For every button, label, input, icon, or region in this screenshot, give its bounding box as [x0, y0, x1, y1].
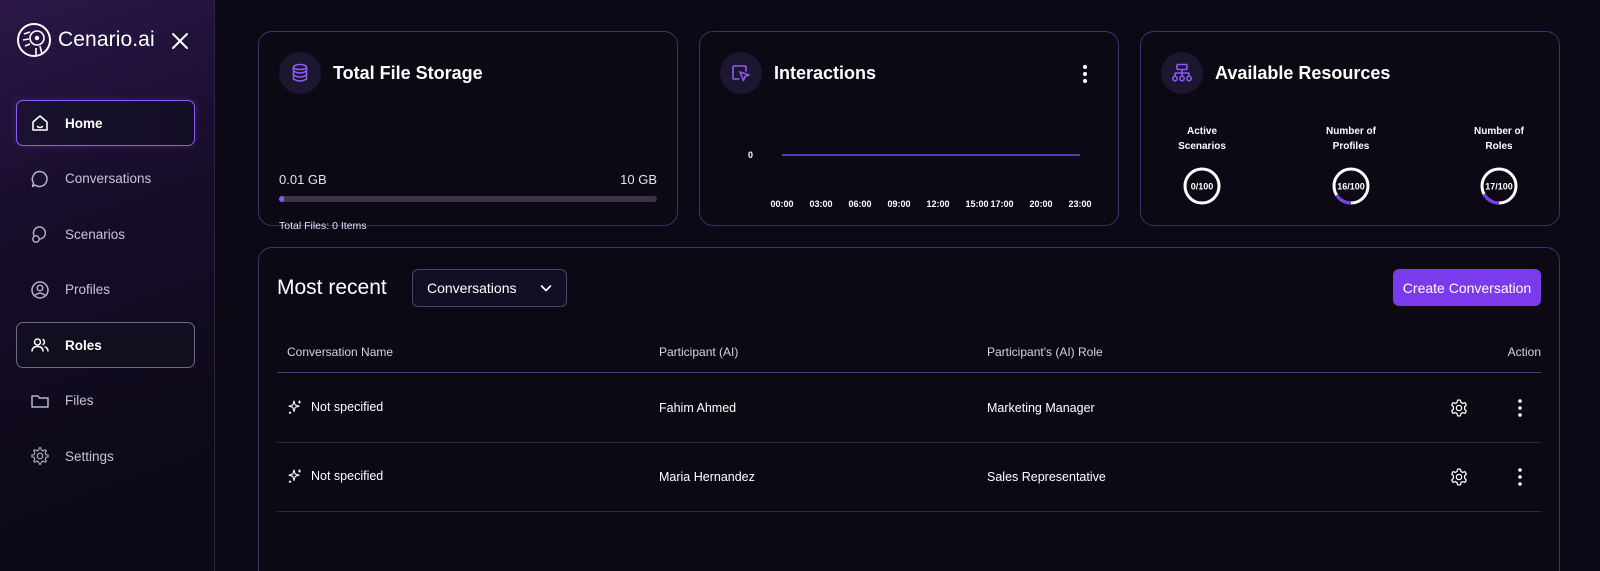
interactions-chart: 0 00:00 03:00 06:00 09:00 12:00 15:00 17:00 20:0…: [748, 150, 1092, 209]
scenario-bubbles-icon: [29, 223, 51, 245]
resource-label: Number of Roles: [1449, 124, 1549, 154]
sidebar: Cenario.ai Home Conversations Scenarios: [0, 0, 215, 571]
sidebar-nav: Home Conversations Scenarios Profiles Ro…: [16, 100, 195, 489]
sparkle-icon: [288, 469, 301, 483]
resource-ring: 17/100: [1480, 167, 1518, 205]
table-row[interactable]: Not specified Maria Hernandez Sales Repr…: [277, 443, 1541, 512]
resource-label-line1: Number of: [1474, 126, 1524, 137]
users-icon: [29, 334, 51, 356]
resource-ring: 16/100: [1332, 167, 1370, 205]
resource-label-line1: Number of: [1326, 126, 1376, 137]
sidebar-item-roles[interactable]: Roles: [16, 322, 195, 368]
resource-roles: Number of Roles 17/100: [1449, 124, 1549, 206]
storage-total: 10 GB: [620, 172, 657, 187]
x-tick-label: 12:00: [926, 199, 949, 209]
column-header: Participant's (AI) Role: [987, 345, 1103, 359]
sidebar-item-profiles[interactable]: Profiles: [16, 267, 195, 313]
role-cell: Marketing Manager: [987, 401, 1095, 415]
recent-title: Most recent: [277, 276, 387, 299]
storage-card-header: Total File Storage: [279, 52, 483, 94]
resource-label-line2: Profiles: [1332, 141, 1370, 152]
row-menu-icon[interactable]: [1517, 398, 1523, 418]
dropdown-value: Conversations: [427, 280, 517, 296]
x-tick-label: 09:00: [887, 199, 910, 209]
sidebar-item-home[interactable]: Home: [16, 100, 195, 146]
resources-card-header: Available Resources: [1161, 52, 1390, 94]
database-icon: [279, 52, 321, 94]
resource-value: 0/100: [1191, 182, 1214, 192]
sparkle-icon: [288, 400, 301, 414]
storage-used: 0.01 GB: [279, 172, 327, 187]
chat-bubble-icon: [29, 168, 51, 190]
storage-file-count: Total Files: 0 Items: [279, 220, 367, 232]
user-circle-icon: [29, 279, 51, 301]
storage-values: 0.01 GB 10 GB: [279, 172, 657, 187]
resource-label-line1: Active: [1186, 126, 1217, 137]
x-tick-label: 17:00: [990, 199, 1013, 209]
participant-cell: Maria Hernandez: [659, 470, 755, 484]
card-title: Total File Storage: [333, 62, 483, 83]
resource-label-line2: Roles: [1485, 141, 1513, 152]
sidebar-item-label: Profiles: [65, 282, 111, 297]
sidebar-item-scenarios[interactable]: Scenarios: [16, 211, 195, 257]
brand-logo-icon: [17, 23, 51, 57]
sidebar-item-files[interactable]: Files: [16, 378, 195, 424]
sidebar-item-label: Roles: [65, 337, 102, 353]
x-tick-label: 00:00: [770, 199, 793, 209]
card-title: Available Resources: [1215, 62, 1391, 83]
conversation-name: Not specified: [311, 469, 384, 483]
chevron-down-icon: [540, 285, 551, 292]
role-cell: Sales Representative: [987, 470, 1106, 484]
close-icon: [172, 33, 188, 49]
storage-progress-bar: [279, 196, 657, 202]
sidebar-item-label: Scenarios: [65, 226, 126, 242]
storage-card: Total File Storage 0.01 GB 10 GB Total F…: [258, 31, 678, 232]
column-header: Action: [1507, 345, 1541, 359]
y-tick-label: 0: [748, 150, 753, 160]
sidebar-item-conversations[interactable]: Conversations: [16, 156, 195, 202]
conversation-name: Not specified: [311, 400, 384, 414]
interactions-card: Interactions 0 00:00 03:00 06:00 09:00 12:00 1…: [699, 31, 1119, 226]
x-tick-label: 20:00: [1029, 199, 1052, 209]
x-tick-label: 06:00: [848, 199, 871, 209]
hierarchy-icon: [1161, 52, 1203, 94]
x-tick-label: 15:00: [965, 199, 988, 209]
resource-label: Active Scenarios: [1152, 124, 1252, 154]
resource-value: 16/100: [1337, 182, 1365, 192]
recent-type-dropdown[interactable]: Conversations: [412, 269, 567, 307]
table-header: Conversation Name Participant (AI) Parti…: [277, 333, 1541, 373]
conversation-name-cell: Not specified: [287, 468, 383, 484]
brand[interactable]: Cenario.ai: [16, 22, 155, 58]
sidebar-item-label: Settings: [65, 448, 114, 464]
close-sidebar-button[interactable]: [168, 29, 192, 53]
resource-label-line2: Scenarios: [1178, 141, 1226, 152]
sidebar-item-label: Conversations: [65, 171, 152, 186]
resource-profiles: Number of Profiles 16/100: [1301, 124, 1401, 206]
resource-active-scenarios: Active Scenarios 0/100: [1152, 124, 1252, 206]
column-header: Participant (AI): [659, 345, 739, 359]
row-menu-icon[interactable]: [1517, 467, 1523, 487]
x-tick-label: 03:00: [809, 199, 832, 209]
recent-card: Most recent Conversations Create Convers…: [258, 247, 1560, 571]
resource-value: 17/100: [1485, 182, 1513, 192]
home-icon: [29, 112, 51, 134]
settings-gear-icon[interactable]: [1449, 467, 1469, 487]
conversation-name-cell: Not specified: [287, 399, 383, 415]
settings-gear-icon[interactable]: [1449, 398, 1469, 418]
sidebar-item-label: Files: [65, 393, 94, 408]
storage-progress-fill: [279, 196, 284, 202]
table-row[interactable]: Not specified Fahim Ahmed Marketing Mana…: [277, 374, 1541, 443]
folder-icon: [29, 390, 51, 412]
gear-icon: [29, 445, 51, 467]
sidebar-item-settings[interactable]: Settings: [16, 433, 195, 479]
resources-card: Available Resources Active Scenarios 0/10…: [1140, 31, 1560, 226]
resource-ring: 0/100: [1183, 167, 1221, 205]
column-header: Conversation Name: [287, 345, 394, 359]
x-tick-label: 23:00: [1068, 199, 1091, 209]
brand-name: Cenario.ai: [58, 28, 155, 51]
participant-cell: Fahim Ahmed: [659, 401, 737, 415]
resource-label: Number of Profiles: [1301, 124, 1401, 154]
sidebar-item-label: Home: [65, 115, 103, 131]
create-conversation-button[interactable]: Create Conversation: [1393, 269, 1541, 306]
